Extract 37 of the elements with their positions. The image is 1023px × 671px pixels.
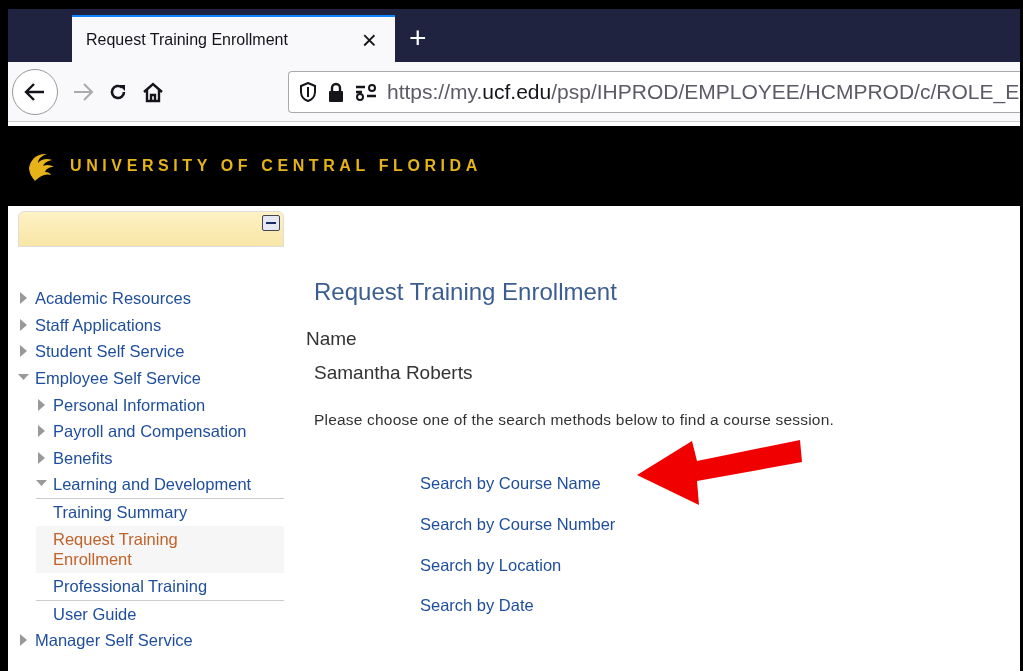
back-arrow-icon <box>24 81 46 102</box>
close-tab-button[interactable]: × <box>357 26 381 53</box>
search-link[interactable]: Search by Course Name <box>420 471 601 496</box>
nav-link[interactable]: Employee Self Service <box>35 367 201 389</box>
home-button[interactable] <box>142 80 164 103</box>
nav-link[interactable]: Manager Self Service <box>35 630 193 651</box>
name-label: Name <box>306 326 358 351</box>
nav-link[interactable]: Staff Applications <box>35 314 162 336</box>
nav-link[interactable]: Training Summary <box>53 502 188 523</box>
nav-link[interactable]: User Guide <box>53 603 137 625</box>
instructions-text: Please choose one of the search methods below to find a course session. <box>314 409 835 430</box>
search-link[interactable]: Search by Date <box>420 593 534 619</box>
page-title: Request Training Enrollment <box>314 278 618 307</box>
nav-link[interactable]: Professional Training <box>53 575 208 597</box>
forward-arrow-icon <box>72 81 94 102</box>
back-button[interactable] <box>12 68 58 115</box>
collapse-button[interactable] <box>262 215 280 231</box>
new-tab-button[interactable]: + <box>405 23 431 53</box>
shield-icon <box>299 81 317 102</box>
permissions-icon <box>355 82 377 101</box>
nav-link[interactable]: Personal Information <box>53 394 206 416</box>
address-bar[interactable]: https://my.ucf.edu/psp/IHPROD/EMPLOYEE/HCMPROD/c/ROLE_E <box>288 70 1020 113</box>
search-link[interactable]: Search by Course Number <box>420 511 616 537</box>
lock-icon <box>327 81 345 102</box>
url-text: https://my.ucf.edu/psp/IHPROD/EMPLOYEE/HCMPROD/c/ROLE_E <box>387 78 1020 106</box>
nav-link[interactable]: Student Self Service <box>35 341 185 362</box>
nav-link[interactable]: Benefits <box>53 447 113 469</box>
name-value: Samantha Roberts <box>314 361 474 386</box>
university-title: UNIVERSITY OF CENTRAL FLORIDA <box>70 156 482 176</box>
browser-tab[interactable]: Request Training Enrollment × <box>72 15 395 62</box>
nav-link[interactable]: Payroll and Compensation <box>53 421 247 442</box>
home-icon <box>142 80 164 103</box>
nav-link[interactable]: Academic Resources <box>35 288 191 309</box>
nav-link[interactable]: Learning and Development <box>53 474 252 495</box>
selected-nav-item[interactable]: Request Training Enrollment <box>36 525 284 573</box>
forward-button[interactable] <box>72 81 94 102</box>
search-link[interactable]: Search by Location <box>420 552 562 578</box>
